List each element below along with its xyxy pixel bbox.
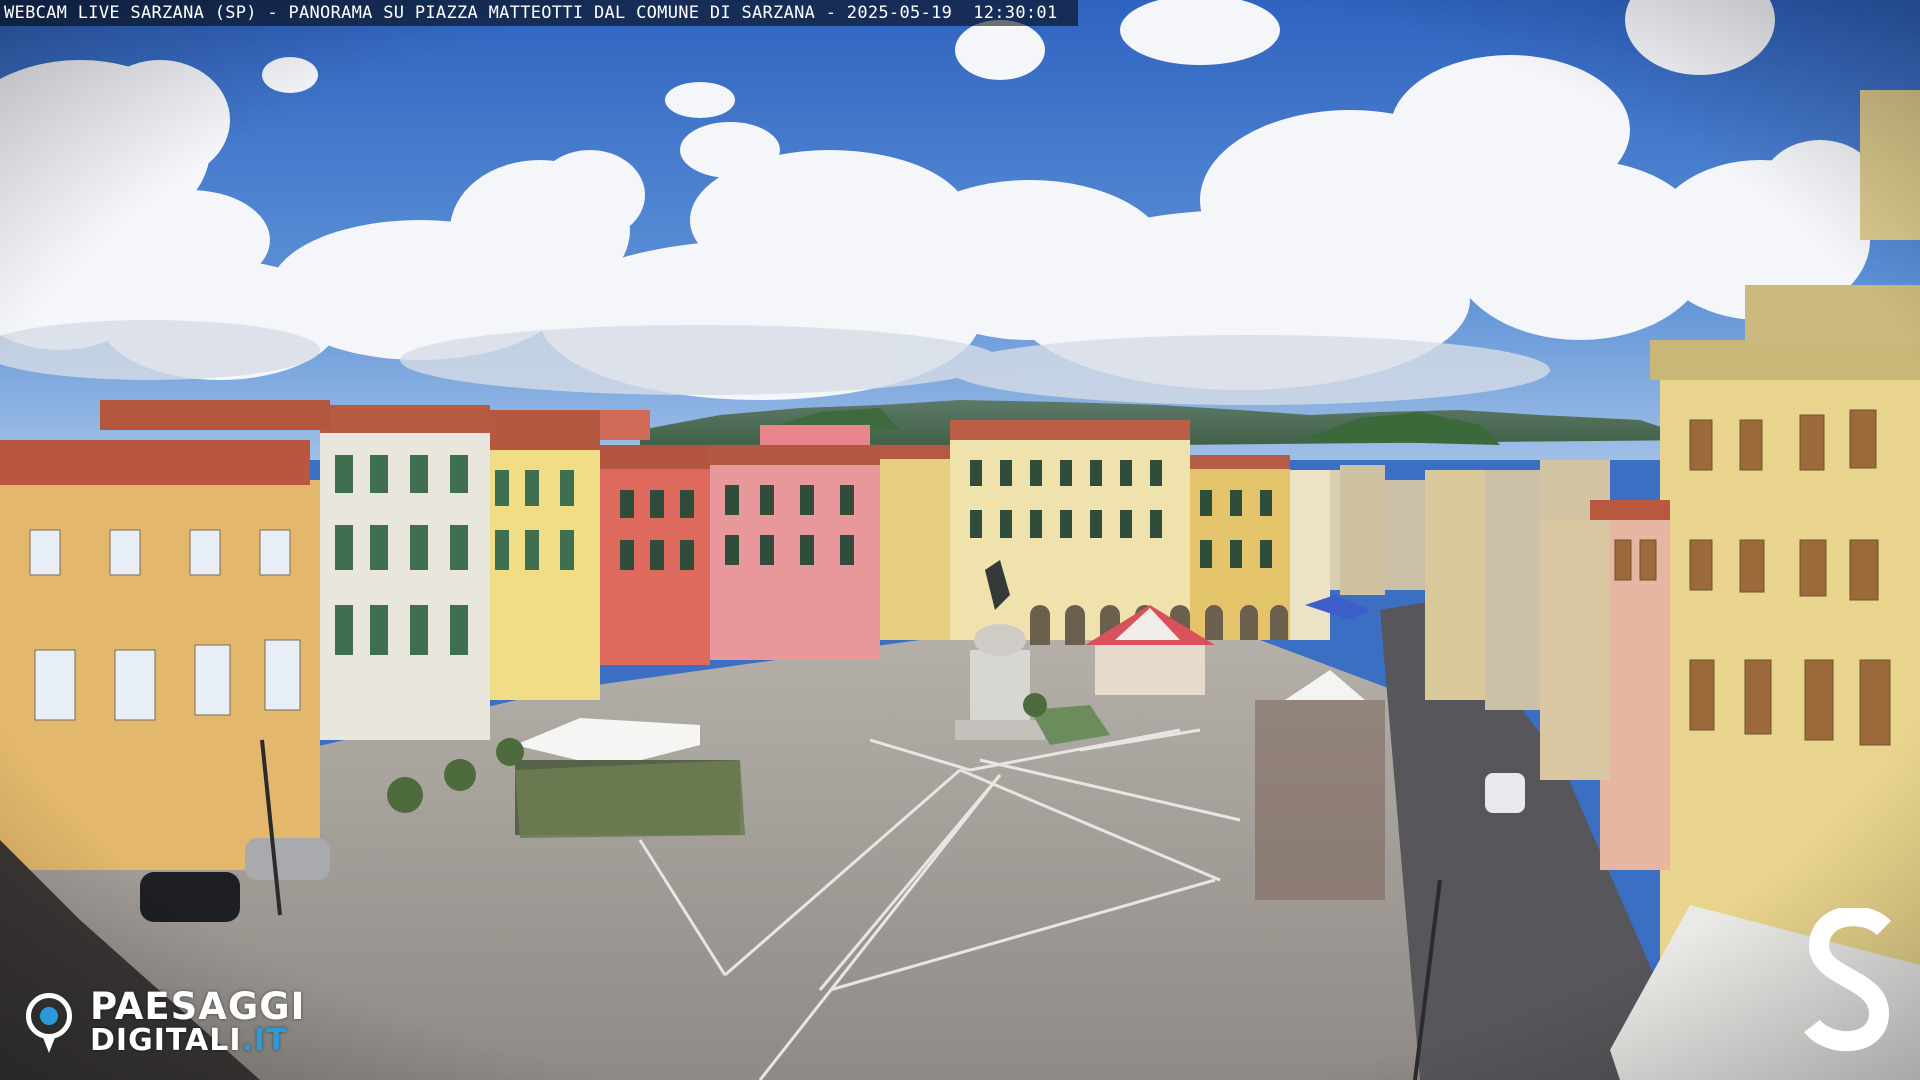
piazza-panorama — [0, 0, 1920, 1080]
paesaggi-digitali-logo: PAESAGGI DIGITALI.IT — [24, 985, 344, 1059]
webcam-caption: WEBCAM LIVE SARZANA (SP) - PANORAMA SU P… — [0, 0, 1078, 26]
webcam-scene: WEBCAM LIVE SARZANA (SP) - PANORAMA SU P… — [0, 0, 1920, 1080]
logo-line2: DIGITALI.IT — [90, 1023, 288, 1058]
logo-line2-accent: .IT — [241, 1023, 288, 1058]
logo-line2-main: DIGITALI — [90, 1023, 242, 1058]
camera-pin-icon — [26, 993, 72, 1039]
logo-line1: PAESAGGI — [90, 985, 306, 1028]
corner-s-logo: S — [1804, 908, 1892, 1052]
